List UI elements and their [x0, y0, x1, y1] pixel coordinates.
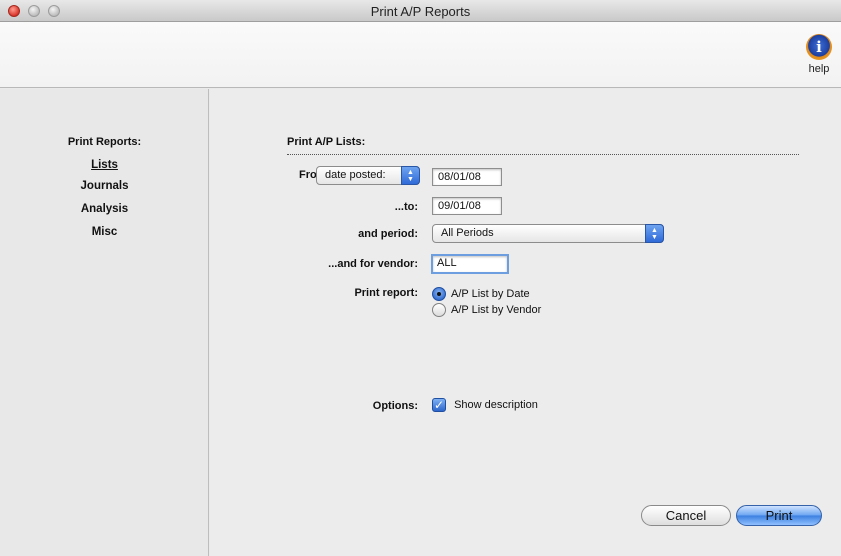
- help-button[interactable]: i help: [801, 34, 837, 75]
- toolbar: i help: [0, 22, 841, 88]
- options-label: Options:: [372, 400, 418, 412]
- sidebar-item-misc[interactable]: Misc: [0, 226, 209, 238]
- report-option-label: A/P List by Vendor: [451, 304, 542, 316]
- period-value: All Periods: [441, 227, 494, 239]
- popup-arrows-icon: ▲ ▼: [645, 224, 664, 243]
- info-icon[interactable]: i: [806, 34, 832, 60]
- checkmark-icon[interactable]: ✓: [432, 398, 446, 412]
- sidebar: Print Reports: Lists Journals Analysis M…: [0, 89, 209, 556]
- vendor-field[interactable]: ALL: [431, 254, 509, 274]
- main-panel: Print A/P Lists: From date posted: ▲ ▼ 08…: [210, 89, 841, 556]
- report-option-by-vendor[interactable]: A/P List by Vendor: [432, 303, 541, 318]
- to-date-field[interactable]: 09/01/08: [432, 197, 502, 215]
- from-date-field[interactable]: 08/01/08: [432, 168, 502, 186]
- print-button[interactable]: Print: [736, 505, 822, 526]
- popup-arrows-icon: ▲ ▼: [401, 166, 420, 185]
- period-popup[interactable]: All Periods ▲ ▼: [432, 224, 664, 243]
- radio-selected-icon[interactable]: [432, 287, 446, 301]
- report-option-by-date[interactable]: A/P List by Date: [432, 287, 530, 302]
- title-bar[interactable]: Print A/P Reports: [0, 0, 841, 22]
- section-title: Print A/P Lists:: [287, 136, 366, 148]
- print-report-label: Print report:: [354, 287, 418, 299]
- sidebar-item-journals[interactable]: Journals: [0, 180, 209, 192]
- radio-unselected-icon[interactable]: [432, 303, 446, 317]
- to-label: ...to:: [394, 201, 418, 213]
- section-divider: [287, 154, 799, 155]
- vendor-label: ...and for vendor:: [328, 258, 418, 270]
- sidebar-item-analysis[interactable]: Analysis: [0, 203, 209, 215]
- report-option-label: A/P List by Date: [451, 288, 530, 300]
- help-label: help: [808, 63, 830, 75]
- sidebar-item-lists[interactable]: Lists: [0, 159, 209, 171]
- date-type-popup[interactable]: date posted: ▲ ▼: [316, 166, 420, 185]
- show-description-label: Show description: [454, 399, 538, 411]
- show-description-checkbox[interactable]: ✓ Show description: [432, 398, 538, 412]
- date-type-value: date posted:: [325, 169, 386, 181]
- period-label: and period:: [358, 228, 418, 240]
- sidebar-title: Print Reports:: [67, 136, 142, 148]
- print-ap-reports-window: Print A/P Reports i help Print Reports: …: [0, 0, 841, 556]
- cancel-button[interactable]: Cancel: [641, 505, 731, 526]
- window-title: Print A/P Reports: [370, 4, 471, 19]
